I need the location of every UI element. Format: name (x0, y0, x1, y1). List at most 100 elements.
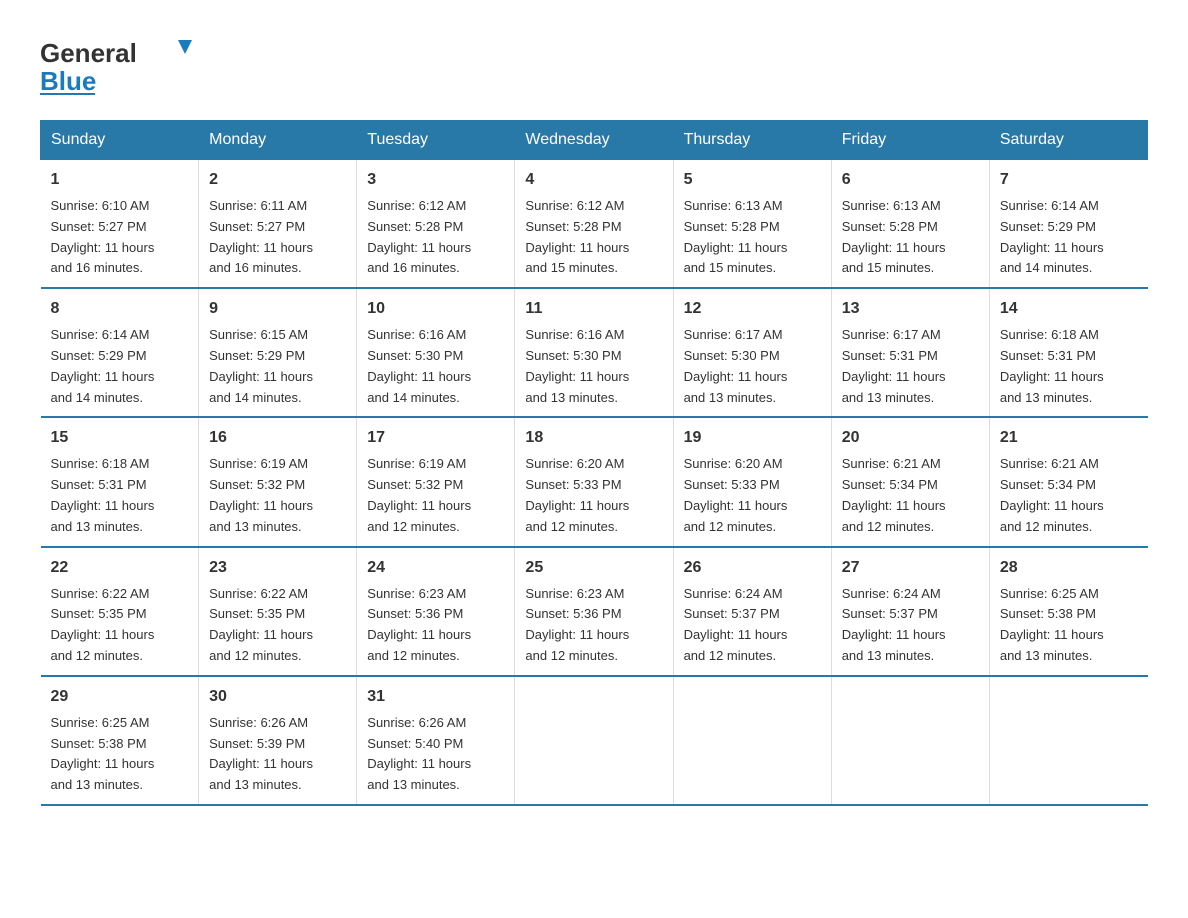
day-cell: 4Sunrise: 6:12 AMSunset: 5:28 PMDaylight… (515, 160, 673, 289)
day-info: Sunrise: 6:18 AMSunset: 5:31 PMDaylight:… (51, 454, 189, 537)
day-cell: 10 Sunrise: 6:16 AMSunset: 5:30 PMDayligh… (357, 288, 515, 417)
day-number: 22 (51, 556, 189, 580)
week-row-3: 15 Sunrise: 6:18 AMSunset: 5:31 PMDayligh… (41, 417, 1148, 546)
day-number: 11 (525, 297, 662, 321)
day-number: 25 (525, 556, 662, 580)
day-info: Sunrise: 6:17 AMSunset: 5:31 PMDaylight:… (842, 325, 979, 408)
day-number: 7 (1000, 168, 1138, 192)
calendar-table: SundayMondayTuesdayWednesdayThursdayFrid… (40, 120, 1148, 806)
day-cell: 7 Sunrise: 6:14 AMSunset: 5:29 PMDaylight… (989, 160, 1147, 289)
week-row-5: 29 Sunrise: 6:25 AMSunset: 5:38 PMDayligh… (41, 676, 1148, 805)
day-cell: 26 Sunrise: 6:24 AMSunset: 5:37 PMDayligh… (673, 547, 831, 676)
day-info: Sunrise: 6:20 AMSunset: 5:33 PMDaylight:… (684, 454, 821, 537)
day-number: 9 (209, 297, 346, 321)
day-info: Sunrise: 6:14 AMSunset: 5:29 PMDaylight:… (1000, 196, 1138, 279)
day-info: Sunrise: 6:12 AMSunset: 5:28 PMDaylight:… (367, 196, 504, 279)
day-info: Sunrise: 6:21 AMSunset: 5:34 PMDaylight:… (1000, 454, 1138, 537)
header-cell-saturday: Saturday (989, 121, 1147, 160)
day-number: 28 (1000, 556, 1138, 580)
day-cell: 22Sunrise: 6:22 AMSunset: 5:35 PMDayligh… (41, 547, 199, 676)
day-cell (673, 676, 831, 805)
day-cell: 19 Sunrise: 6:20 AMSunset: 5:33 PMDayligh… (673, 417, 831, 546)
day-info: Sunrise: 6:25 AMSunset: 5:38 PMDaylight:… (1000, 584, 1138, 667)
day-info: Sunrise: 6:18 AMSunset: 5:31 PMDaylight:… (1000, 325, 1138, 408)
day-number: 14 (1000, 297, 1138, 321)
header-cell-tuesday: Tuesday (357, 121, 515, 160)
day-info: Sunrise: 6:23 AMSunset: 5:36 PMDaylight:… (367, 584, 504, 667)
calendar-header: SundayMondayTuesdayWednesdayThursdayFrid… (41, 121, 1148, 160)
day-cell: 16 Sunrise: 6:19 AMSunset: 5:32 PMDayligh… (199, 417, 357, 546)
calendar-body: 1 Sunrise: 6:10 AMSunset: 5:27 PMDaylight… (41, 160, 1148, 805)
day-number: 10 (367, 297, 504, 321)
day-cell: 25 Sunrise: 6:23 AMSunset: 5:36 PMDayligh… (515, 547, 673, 676)
day-number: 16 (209, 426, 346, 450)
day-info: Sunrise: 6:20 AMSunset: 5:33 PMDaylight:… (525, 454, 662, 537)
day-info: Sunrise: 6:16 AMSunset: 5:30 PMDaylight:… (367, 325, 504, 408)
day-info: Sunrise: 6:13 AMSunset: 5:28 PMDaylight:… (842, 196, 979, 279)
day-info: Sunrise: 6:26 AMSunset: 5:39 PMDaylight:… (209, 713, 346, 796)
day-number: 23 (209, 556, 346, 580)
day-cell: 23 Sunrise: 6:22 AMSunset: 5:35 PMDayligh… (199, 547, 357, 676)
day-number: 20 (842, 426, 979, 450)
day-info: Sunrise: 6:24 AMSunset: 5:37 PMDaylight:… (842, 584, 979, 667)
day-cell: 17Sunrise: 6:19 AMSunset: 5:32 PMDayligh… (357, 417, 515, 546)
header-cell-friday: Friday (831, 121, 989, 160)
day-info: Sunrise: 6:17 AMSunset: 5:30 PMDaylight:… (684, 325, 821, 408)
logo: General Blue (40, 30, 200, 100)
day-cell: 2 Sunrise: 6:11 AMSunset: 5:27 PMDaylight… (199, 160, 357, 289)
day-info: Sunrise: 6:10 AMSunset: 5:27 PMDaylight:… (51, 196, 189, 279)
week-row-4: 22 Sunrise: 6:22 AMSunset: 5:35 PMDayligh… (41, 547, 1148, 676)
header-cell-thursday: Thursday (673, 121, 831, 160)
day-number: 1 (51, 168, 189, 192)
day-number: 30 (209, 685, 346, 709)
day-cell: 30 Sunrise: 6:26 AMSunset: 5:39 PMDayligh… (199, 676, 357, 805)
day-cell (831, 676, 989, 805)
day-cell: 9 Sunrise: 6:15 AMSunset: 5:29 PMDaylight… (199, 288, 357, 417)
header-cell-monday: Monday (199, 121, 357, 160)
day-number: 31 (367, 685, 504, 709)
day-number: 3 (367, 168, 504, 192)
day-cell: 8Sunrise: 6:14 AMSunset: 5:29 PMDaylight… (41, 288, 199, 417)
header-cell-wednesday: Wednesday (515, 121, 673, 160)
week-row-2: 8Sunrise: 6:14 AMSunset: 5:29 PMDaylight… (41, 288, 1148, 417)
day-number: 4 (525, 168, 662, 192)
day-cell (515, 676, 673, 805)
day-cell: 11Sunrise: 6:16 AMSunset: 5:30 PMDayligh… (515, 288, 673, 417)
day-cell: 6 Sunrise: 6:13 AMSunset: 5:28 PMDaylight… (831, 160, 989, 289)
day-cell: 3 Sunrise: 6:12 AMSunset: 5:28 PMDaylight… (357, 160, 515, 289)
day-cell: 29 Sunrise: 6:25 AMSunset: 5:38 PMDayligh… (41, 676, 199, 805)
day-info: Sunrise: 6:24 AMSunset: 5:37 PMDaylight:… (684, 584, 821, 667)
day-number: 8 (51, 297, 189, 321)
day-cell (989, 676, 1147, 805)
day-cell: 13 Sunrise: 6:17 AMSunset: 5:31 PMDayligh… (831, 288, 989, 417)
day-cell: 21 Sunrise: 6:21 AMSunset: 5:34 PMDayligh… (989, 417, 1147, 546)
svg-text:General: General (40, 38, 137, 68)
day-number: 29 (51, 685, 189, 709)
day-cell: 12 Sunrise: 6:17 AMSunset: 5:30 PMDayligh… (673, 288, 831, 417)
page-header: General Blue (40, 30, 1148, 100)
day-number: 12 (684, 297, 821, 321)
day-number: 6 (842, 168, 979, 192)
day-number: 24 (367, 556, 504, 580)
day-number: 2 (209, 168, 346, 192)
day-number: 13 (842, 297, 979, 321)
day-number: 26 (684, 556, 821, 580)
day-cell: 27Sunrise: 6:24 AMSunset: 5:37 PMDayligh… (831, 547, 989, 676)
day-number: 21 (1000, 426, 1138, 450)
day-number: 19 (684, 426, 821, 450)
day-info: Sunrise: 6:19 AMSunset: 5:32 PMDaylight:… (209, 454, 346, 537)
day-cell: 18Sunrise: 6:20 AMSunset: 5:33 PMDayligh… (515, 417, 673, 546)
day-info: Sunrise: 6:26 AMSunset: 5:40 PMDaylight:… (367, 713, 504, 796)
day-info: Sunrise: 6:11 AMSunset: 5:27 PMDaylight:… (209, 196, 346, 279)
day-info: Sunrise: 6:22 AMSunset: 5:35 PMDaylight:… (209, 584, 346, 667)
day-cell: 28 Sunrise: 6:25 AMSunset: 5:38 PMDayligh… (989, 547, 1147, 676)
day-cell: 14 Sunrise: 6:18 AMSunset: 5:31 PMDayligh… (989, 288, 1147, 417)
day-info: Sunrise: 6:23 AMSunset: 5:36 PMDaylight:… (525, 584, 662, 667)
day-info: Sunrise: 6:25 AMSunset: 5:38 PMDaylight:… (51, 713, 189, 796)
svg-text:Blue: Blue (40, 66, 96, 96)
day-cell: 15 Sunrise: 6:18 AMSunset: 5:31 PMDayligh… (41, 417, 199, 546)
day-number: 15 (51, 426, 189, 450)
header-cell-sunday: Sunday (41, 121, 199, 160)
week-row-1: 1 Sunrise: 6:10 AMSunset: 5:27 PMDaylight… (41, 160, 1148, 289)
day-info: Sunrise: 6:15 AMSunset: 5:29 PMDaylight:… (209, 325, 346, 408)
